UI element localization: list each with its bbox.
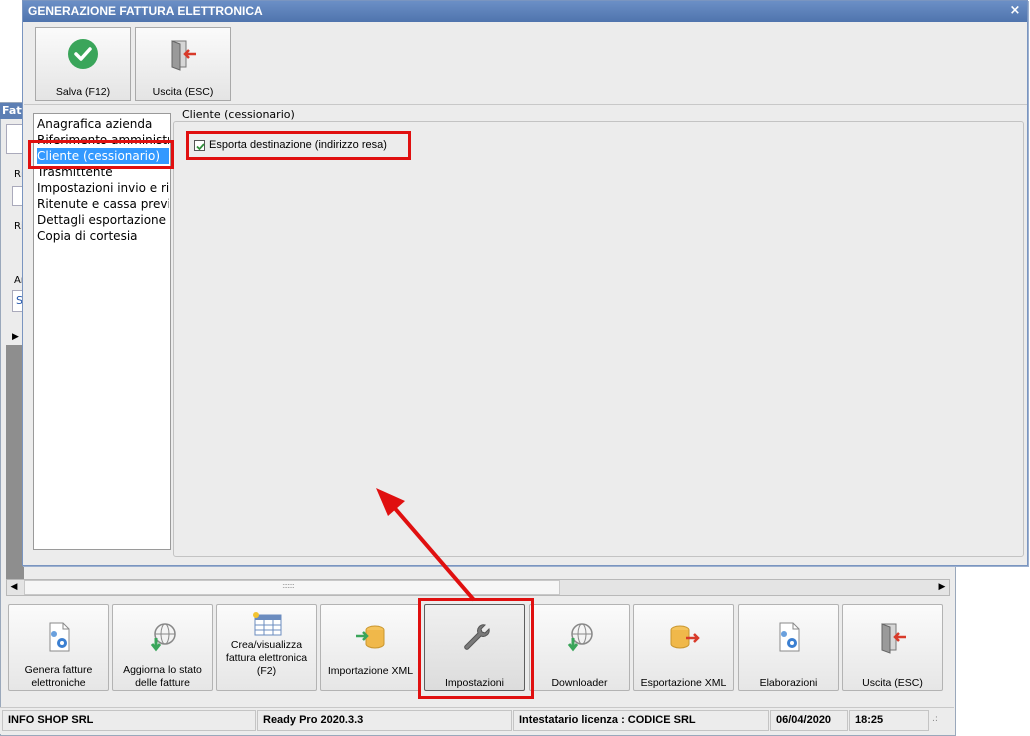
annotation-arrow bbox=[376, 488, 476, 602]
